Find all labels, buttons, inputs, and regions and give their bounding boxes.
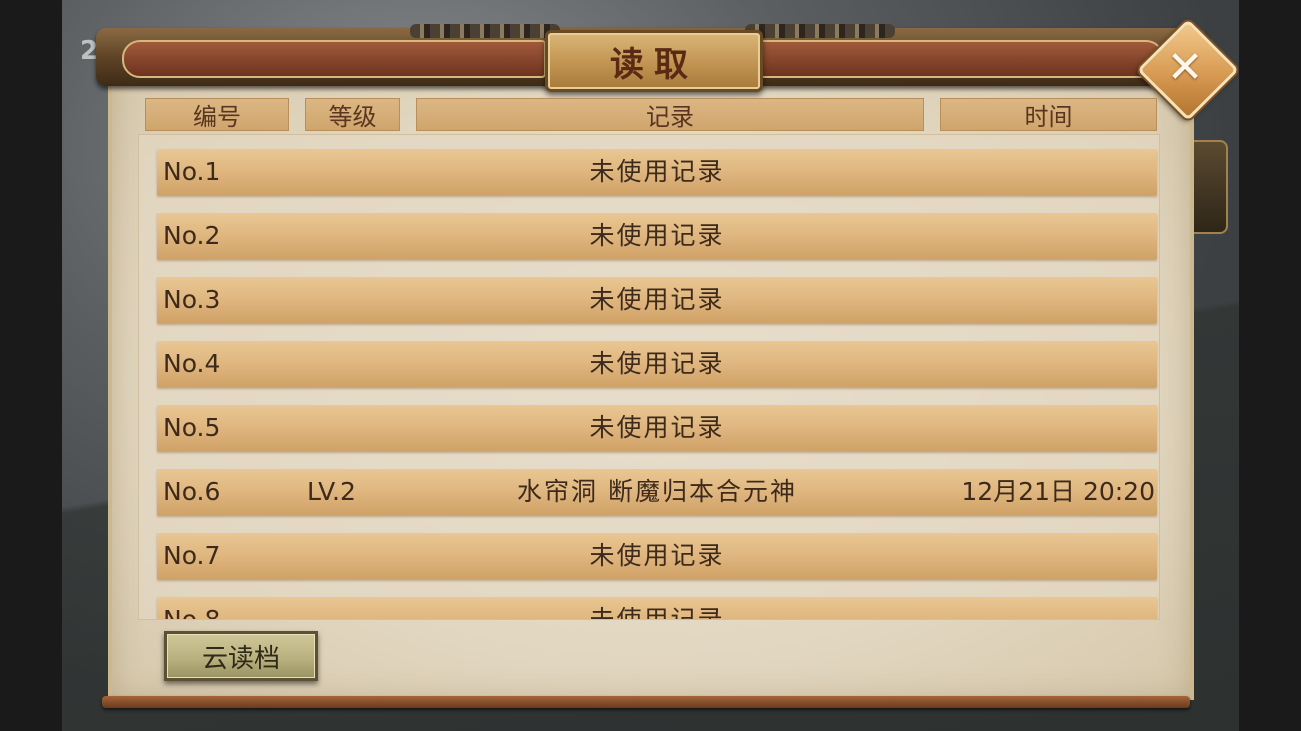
cloud-load-button[interactable]: 云读档 — [164, 631, 318, 681]
slot-number: No.5 — [163, 413, 221, 442]
save-slot-row[interactable]: 未使用记录 No.2 — [157, 213, 1157, 259]
chain-left-ornament — [410, 24, 560, 38]
save-slot-row[interactable]: 未使用记录 No.3 — [157, 277, 1157, 323]
slot-number: No.2 — [163, 221, 221, 250]
letterbox-right — [1239, 0, 1301, 731]
slot-number: No.3 — [163, 285, 221, 314]
slot-level: LV.2 — [307, 477, 356, 506]
save-slot-row[interactable]: 未使用记录 No.7 — [157, 533, 1157, 579]
slot-record: 未使用记录 — [589, 349, 725, 378]
slot-number: No.1 — [163, 157, 221, 186]
save-slot-list[interactable]: 未使用记录 No.1 未使用记录 No.2 未使用记录 No.3 未使用记录 N… — [138, 134, 1160, 620]
header-level: 等级 — [305, 98, 400, 131]
slot-number: No.4 — [163, 349, 221, 378]
save-slot-row[interactable]: 未使用记录 No.4 — [157, 341, 1157, 387]
slot-number: No.6 — [163, 477, 221, 506]
top-bar-left-strip — [122, 40, 546, 78]
slot-record: 未使用记录 — [589, 605, 725, 620]
dialog-title: 读取 — [610, 44, 698, 85]
slot-time: 12月21日 20:20 — [961, 477, 1155, 506]
close-icon[interactable]: ✕ — [1152, 34, 1218, 100]
slot-record: 未使用记录 — [589, 285, 725, 314]
chain-right-ornament — [745, 24, 895, 38]
top-bar-right-strip — [760, 40, 1164, 78]
slot-record: 未使用记录 — [589, 541, 725, 570]
save-slot-row[interactable]: 未使用记录 No.1 — [157, 149, 1157, 195]
slot-record: 未使用记录 — [589, 413, 725, 442]
save-slot-row[interactable]: 水帘洞 断魔归本合元神 No.6 LV.2 12月21日 20:20 — [157, 469, 1157, 515]
header-time: 时间 — [940, 98, 1157, 131]
save-slot-row[interactable]: 未使用记录 No.5 — [157, 405, 1157, 451]
header-record: 记录 — [416, 98, 924, 131]
scroll-bottom-rod — [102, 696, 1190, 708]
slot-record: 未使用记录 — [589, 157, 725, 186]
title-plate: 读取 — [545, 30, 763, 92]
slot-number: No.8 — [163, 605, 221, 620]
header-number: 编号 — [145, 98, 289, 131]
slot-record: 未使用记录 — [589, 221, 725, 250]
slot-number: No.7 — [163, 541, 221, 570]
letterbox-left — [0, 0, 62, 731]
save-slot-row[interactable]: 未使用记录 No.8 — [157, 597, 1157, 620]
